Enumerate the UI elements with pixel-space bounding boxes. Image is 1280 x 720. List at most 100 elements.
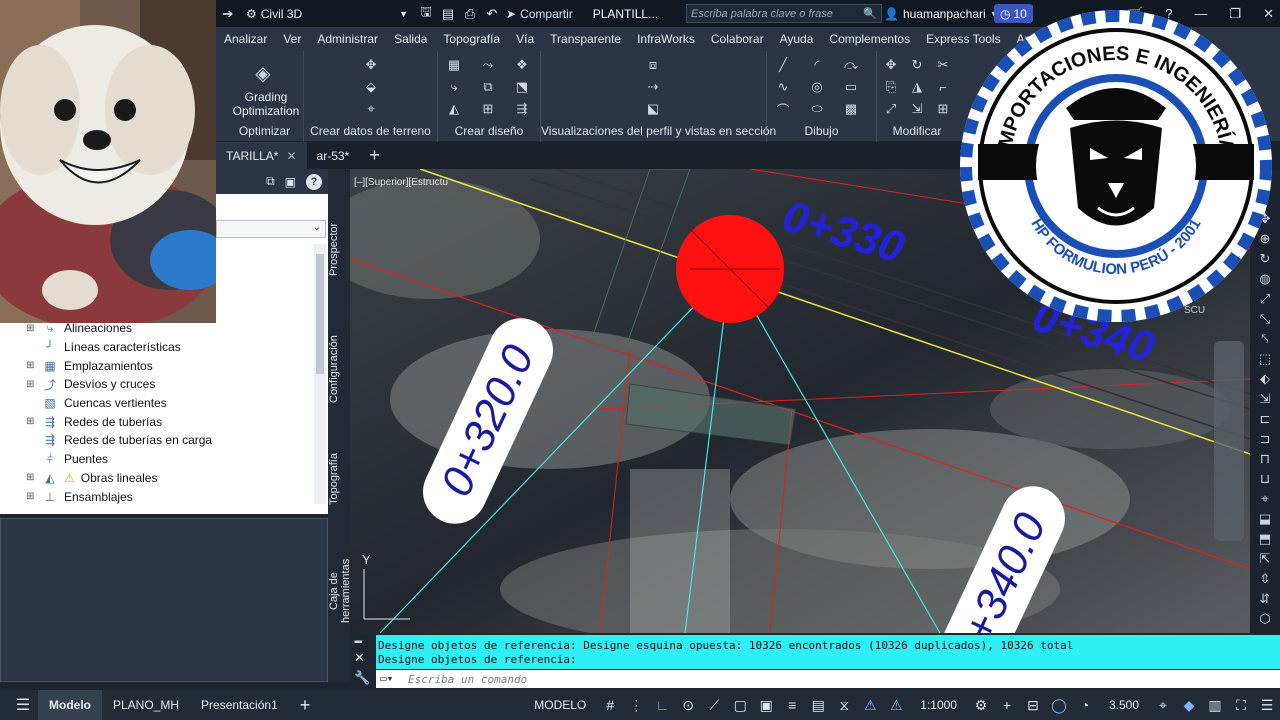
tree-item-emplazamientos[interactable]: ⊞ ▦ Emplazamientos (26, 356, 316, 375)
feature-line-icon[interactable]: ⤳ (476, 56, 500, 74)
copy-icon[interactable]: ⎘ (879, 78, 903, 96)
tree-item-obras-lineales[interactable]: ⊞ ◭ ⚠ Obras lineales (26, 469, 316, 488)
tool-icon-3[interactable]: ⤣ (1257, 329, 1273, 349)
search-icon[interactable]: 🔍 (863, 7, 877, 20)
scale-icon[interactable]: ⇲ (905, 100, 929, 118)
spline-icon[interactable]: ∿ (771, 78, 795, 96)
isodraft-icon[interactable]: ⟋ (701, 697, 727, 714)
tree-options-icon[interactable]: ⧉ (266, 174, 275, 189)
rotate-icon[interactable]: ↻ (905, 56, 929, 74)
command-line-grip[interactable]: ▪▪▪ ✕ 🔧 (354, 637, 372, 685)
menu-infraworks[interactable]: InfraWorks (629, 32, 703, 46)
menu-colaborar[interactable]: Colaborar (703, 32, 772, 46)
isolate-icon[interactable]: ⊟ (1020, 697, 1046, 714)
clean-screen-icon[interactable]: ▥ (1202, 697, 1228, 714)
polyline-icon[interactable]: ⤼ (839, 56, 863, 74)
intersection-icon[interactable]: ⊞ (476, 100, 500, 118)
tool-icon-10[interactable]: ⊔ (1257, 469, 1273, 489)
arc-icon[interactable]: ◜ (805, 56, 829, 74)
menu-transparente[interactable]: Transparente (542, 32, 629, 46)
tree-item-redes-carga[interactable]: ⇶ Redes de tuberías en carga (26, 431, 316, 450)
redo-icon[interactable]: ➔ (220, 6, 236, 22)
tool-icon-6[interactable]: ⇲ (1257, 389, 1273, 409)
tree-item-redes-tuberias[interactable]: ⊞ ⇶ Redes de tuberías (26, 412, 316, 431)
tool-icon-7[interactable]: ⊏ (1257, 409, 1273, 429)
view-dropdown[interactable]: ⌄ (216, 220, 326, 238)
profile-icon[interactable]: ⧉ (476, 78, 500, 96)
command-input[interactable]: ▭▾ Escriba un comando (376, 670, 1280, 688)
tool-icon-9[interactable]: ⊓ (1257, 449, 1273, 469)
help-icon[interactable]: ? (306, 173, 322, 190)
menu-ayuda[interactable]: Ayuda (772, 32, 822, 46)
pipe-network-icon[interactable]: ⇶ (510, 100, 534, 118)
fillet-icon[interactable]: ⌐ (931, 78, 955, 96)
plus-icon[interactable]: + (994, 697, 1020, 713)
viewport-controls-label[interactable]: [–][Superior][Estructu (354, 177, 448, 188)
point-create-icon[interactable]: ✥ (359, 56, 383, 74)
tab-ar-53[interactable]: ar-53* (307, 142, 360, 169)
expand-icon[interactable]: ⊞ (26, 472, 36, 483)
annotation-scale[interactable]: 1:1000 (909, 690, 968, 720)
menu-analizar[interactable]: Analizar (216, 32, 275, 46)
tab-configuracion[interactable]: Configuración (328, 329, 350, 409)
tree-scrollbar[interactable] (314, 244, 326, 504)
hatch-icon[interactable]: ▩ (839, 100, 863, 118)
tool-icon-11[interactable]: ⌖ (1257, 489, 1273, 509)
scrollbar-thumb[interactable] (316, 254, 324, 374)
geo-icon[interactable]: ⌖ (1150, 697, 1176, 714)
tab-plano-mh[interactable]: PLANO_MH (102, 690, 190, 720)
viewcube-nav-wheel[interactable] (1214, 341, 1244, 541)
tree-item-ensamblajes[interactable]: ⊞ ⊥ Ensamblajes (26, 487, 316, 506)
polyline-edit-icon[interactable]: ⌒ (771, 100, 795, 118)
panel-toggle-icon[interactable]: ▣ (285, 175, 296, 189)
menu-topografia[interactable]: Topografía (435, 32, 508, 46)
stretch-icon[interactable]: ⤢ (879, 100, 903, 118)
share-button[interactable]: ➤ Compartir (506, 7, 573, 21)
sample-lines-icon[interactable]: ⇢ (641, 78, 665, 96)
object-snap-icon[interactable]: ▣ (753, 697, 779, 714)
menu-via[interactable]: Vía (508, 32, 542, 46)
tab-modelo[interactable]: Modelo (38, 690, 102, 720)
polar-icon[interactable]: ⊙ (675, 697, 701, 714)
selection-cycling-icon[interactable]: ⧖ (831, 697, 857, 714)
customize-icon[interactable]: ☰ (1254, 697, 1280, 714)
add-layout-button[interactable]: + (289, 690, 322, 720)
save-as-icon[interactable]: ▤ (440, 6, 456, 22)
menu-administrar[interactable]: Administrar (309, 32, 386, 46)
mirror-icon[interactable]: ◮ (905, 78, 929, 96)
save-icon[interactable]: 🖫 (418, 4, 434, 22)
wrench-icon[interactable]: 🔧 (354, 670, 372, 686)
tree-item-cuencas[interactable]: ▧ Cuencas vertientes (26, 394, 316, 413)
expand-icon[interactable]: ⊞ (26, 379, 36, 390)
expand-icon[interactable]: ⊞ (26, 360, 36, 371)
annotation-visibility-icon[interactable]: ⚠ (857, 697, 883, 714)
trim-icon[interactable]: ✂ (931, 56, 955, 74)
tool-icon-8[interactable]: ⊐ (1257, 429, 1273, 449)
hamburger-menu-icon[interactable]: ☰ (8, 695, 38, 715)
lineweight-icon[interactable]: ≡ (779, 697, 805, 713)
expand-icon[interactable]: ⊞ (26, 323, 36, 334)
array-icon[interactable]: ⊞ (931, 100, 955, 118)
tree-item-lineas-caracteristicas[interactable]: ╯ Líneas características (26, 338, 316, 357)
search-box[interactable]: Escriba palabra clave o frase 🔍 (686, 4, 882, 23)
model-space-toggle[interactable]: MODELO (523, 690, 597, 720)
circle-icon[interactable]: ◎ (805, 78, 829, 96)
menu-complementos[interactable]: Complementos (821, 32, 918, 46)
menu-ver[interactable]: Ver (275, 32, 309, 46)
workspace-gear-icon[interactable]: ⚙ (968, 697, 994, 714)
tool-icon-12[interactable]: ⬓ (1257, 509, 1273, 529)
grading-optimization-icon[interactable]: ◈ (248, 61, 278, 85)
tool-icon-4[interactable]: ⬚ (1257, 349, 1273, 369)
tree-item-desvios-cruces[interactable]: ⊞ ⤴ Desvíos y cruces (26, 375, 316, 394)
ellipse-icon[interactable]: ⬭ (805, 100, 829, 118)
tab-plantilla[interactable]: TARILLA* ✕ (216, 142, 307, 169)
assembly-icon[interactable]: ◭ (442, 100, 466, 118)
undo-icon[interactable]: ↶ (484, 6, 500, 22)
tool-icon-13[interactable]: ⬒ (1257, 529, 1273, 549)
hardware-accel-icon[interactable]: ◯ (1046, 697, 1072, 714)
rectangle-icon[interactable]: ▭ (839, 78, 863, 96)
transparency-icon[interactable]: ▤ (805, 697, 831, 714)
grading-icon[interactable]: ❖ (510, 56, 534, 74)
command-prompt-icon[interactable]: ▭▾ (380, 672, 393, 685)
snap-icon[interactable]: ⋮ (623, 697, 649, 714)
